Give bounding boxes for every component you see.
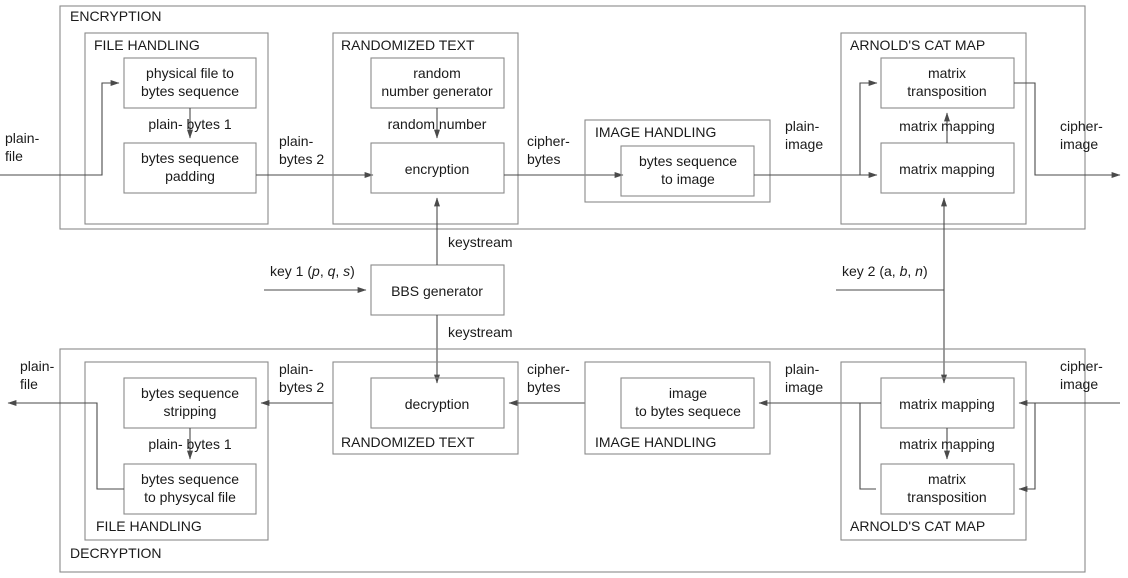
key2-label: key 2 (a, b, n) — [842, 263, 928, 279]
matrix-transposition-top-line1: matrix — [928, 65, 966, 81]
plain-bytes-2-top-label-line1: plain- — [279, 133, 314, 149]
file-handling-bottom-label: FILE HANDLING — [96, 518, 202, 534]
block-diagram-canvas: ENCRYPTION FILE HANDLING physical file t… — [0, 0, 1128, 578]
decryption-block-label: decryption — [405, 396, 470, 412]
matrix-transposition-bottom-line2: transposition — [907, 489, 986, 505]
plain-image-bottom-label-line1: plain- — [785, 361, 820, 377]
physical-file-to-bytes-line2: bytes sequence — [141, 83, 239, 99]
plain-image-top-label-line1: plain- — [785, 118, 820, 134]
plain-file-top-label-line1: plain- — [5, 130, 40, 146]
plain-bytes-2-bottom-label-line1: plain- — [279, 361, 314, 377]
matrix-transposition-bottom-line1: matrix — [928, 471, 966, 487]
randomized-text-top-label: RANDOMIZED TEXT — [341, 37, 475, 53]
plain-bytes-1-top-label: plain- bytes 1 — [148, 116, 231, 132]
encryption-section-label: ENCRYPTION — [70, 8, 162, 24]
plain-bytes-2-top-label-line2: bytes 2 — [279, 151, 324, 167]
cipher-image-top-label-line1: cipher- — [1060, 118, 1103, 134]
plain-bytes-1-bottom-label: plain- bytes 1 — [148, 436, 231, 452]
cipher-bytes-top-label-line1: cipher- — [527, 133, 570, 149]
image-to-bytes-line2: to bytes sequece — [635, 403, 741, 419]
matrix-mapping-top-label: matrix mapping — [899, 161, 995, 177]
plain-file-bottom-label-line2: file — [20, 376, 38, 392]
physical-file-to-bytes-line1: physical file to — [146, 65, 234, 81]
plain-image-bottom-label-line2: image — [785, 379, 823, 395]
matrix-mapping-label-top: matrix mapping — [899, 118, 995, 134]
key1-label: key 1 (p, q, s) — [270, 263, 355, 279]
cat-map-bottom-label: ARNOLD'S CAT MAP — [850, 518, 985, 534]
bbs-generator-label: BBS generator — [391, 283, 483, 299]
file-handling-top-label: FILE HANDLING — [94, 37, 200, 53]
randomized-text-bottom-label: RANDOMIZED TEXT — [341, 434, 475, 450]
keystream-up-label: keystream — [448, 234, 513, 250]
bytes-sequence-padding-line2: padding — [165, 168, 215, 184]
cipher-image-top-label-line2: image — [1060, 136, 1098, 152]
cipher-bytes-bottom-label-line1: cipher- — [527, 361, 570, 377]
bytes-sequence-stripping-line2: stripping — [164, 403, 217, 419]
bytes-sequence-to-physical-line2: to physycal file — [144, 489, 236, 505]
bytes-sequence-stripping-line1: bytes sequence — [141, 385, 239, 401]
plain-image-top-label-line2: image — [785, 136, 823, 152]
random-number-generator-line2: number generator — [381, 83, 493, 99]
plain-bytes-2-bottom-label-line2: bytes 2 — [279, 379, 324, 395]
plain-file-top-label-line2: file — [5, 148, 23, 164]
cipher-image-bottom-label-line2: image — [1060, 376, 1098, 392]
decryption-section-label: DECRYPTION — [70, 545, 162, 561]
random-number-label: random number — [388, 116, 487, 132]
cat-map-top-label: ARNOLD'S CAT MAP — [850, 37, 985, 53]
encryption-block-label: encryption — [405, 161, 470, 177]
bytes-sequence-padding-line1: bytes sequence — [141, 150, 239, 166]
plain-file-bottom-label-line1: plain- — [20, 358, 55, 374]
random-number-generator-line1: random — [413, 65, 460, 81]
image-to-bytes-line1: image — [669, 385, 707, 401]
image-handling-bottom-label: IMAGE HANDLING — [595, 434, 716, 450]
matrix-mapping-label-bottom: matrix mapping — [899, 436, 995, 452]
cipher-bytes-top-label-line2: bytes — [527, 151, 560, 167]
keystream-down-label: keystream — [448, 324, 513, 340]
matrix-mapping-bottom-label: matrix mapping — [899, 396, 995, 412]
bytes-sequence-to-physical-line1: bytes sequence — [141, 471, 239, 487]
cipher-bytes-bottom-label-line2: bytes — [527, 379, 560, 395]
bytes-sequence-to-image-line1: bytes sequence — [639, 153, 737, 169]
image-handling-top-label: IMAGE HANDLING — [595, 124, 716, 140]
bytes-sequence-to-image-line2: to image — [661, 171, 715, 187]
matrix-transposition-top-line2: transposition — [907, 83, 986, 99]
cipher-image-bottom-label-line1: cipher- — [1060, 358, 1103, 374]
